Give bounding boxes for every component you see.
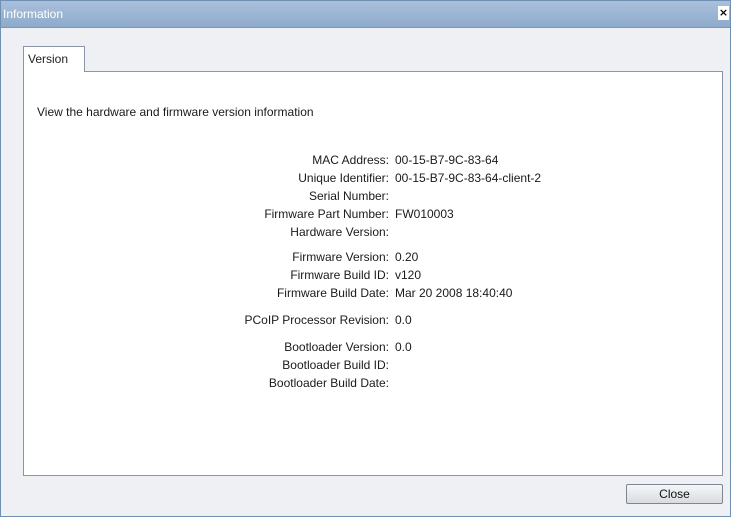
- field-label: Bootloader Build Date:: [268, 376, 389, 390]
- info-row-pcoip-processor-revision: PCoIP Processor Revision: 0.0: [24, 313, 724, 329]
- info-row-serial-number: Serial Number:: [24, 189, 724, 205]
- field-label: Bootloader Build ID:: [282, 358, 389, 372]
- info-row-firmware-version: Firmware Version: 0.20: [24, 250, 724, 266]
- info-row-firmware-build-id: Firmware Build ID: v120: [24, 268, 724, 284]
- field-value: FW010003: [395, 207, 454, 221]
- window-title: Information: [3, 7, 64, 21]
- info-row-bootloader-version: Bootloader Version: 0.0: [24, 340, 724, 356]
- field-label: Serial Number:: [308, 189, 389, 203]
- info-row-hardware-version: Hardware Version:: [24, 225, 724, 241]
- field-value: 0.20: [395, 250, 419, 264]
- field-value: 00-15-B7-9C-83-64-client-2: [395, 171, 542, 185]
- field-label: Unique Identifier:: [298, 171, 389, 185]
- tab-version[interactable]: Version: [23, 46, 85, 72]
- field-label: PCoIP Processor Revision:: [244, 313, 389, 327]
- info-row-firmware-build-date: Firmware Build Date: Mar 20 2008 18:40:4…: [24, 286, 724, 302]
- field-value: 0.0: [395, 340, 412, 354]
- field-label: Firmware Version:: [292, 250, 389, 264]
- tab-version-label: Version: [28, 52, 69, 66]
- field-label: Hardware Version:: [290, 225, 389, 239]
- field-label: MAC Address:: [312, 153, 389, 167]
- field-value: v120: [395, 268, 422, 282]
- field-label: Firmware Build Date:: [276, 286, 389, 300]
- close-icon[interactable]: ×: [718, 6, 729, 20]
- field-label: Bootloader Version:: [284, 340, 389, 354]
- field-value: Mar 20 2008 18:40:40: [395, 286, 513, 300]
- info-row-unique-identifier: Unique Identifier: 00-15-B7-9C-83-64-cli…: [24, 171, 724, 187]
- field-value: 0.0: [395, 313, 412, 327]
- information-dialog: Information × Version View the hardware …: [0, 0, 731, 517]
- title-bar[interactable]: Information ×: [1, 1, 730, 28]
- info-row-mac-address: MAC Address: 00-15-B7-9C-83-64: [24, 153, 724, 169]
- info-row-firmware-part-number: Firmware Part Number: FW010003: [24, 207, 724, 223]
- field-label: Firmware Part Number:: [264, 207, 389, 221]
- field-value: 00-15-B7-9C-83-64: [395, 153, 499, 167]
- panel-description: View the hardware and firmware version i…: [37, 105, 314, 119]
- version-panel: View the hardware and firmware version i…: [23, 71, 723, 476]
- field-label: Firmware Build ID:: [290, 268, 389, 282]
- info-row-bootloader-build-id: Bootloader Build ID:: [24, 358, 724, 374]
- close-button[interactable]: Close: [626, 484, 723, 504]
- info-row-bootloader-build-date: Bootloader Build Date:: [24, 376, 724, 392]
